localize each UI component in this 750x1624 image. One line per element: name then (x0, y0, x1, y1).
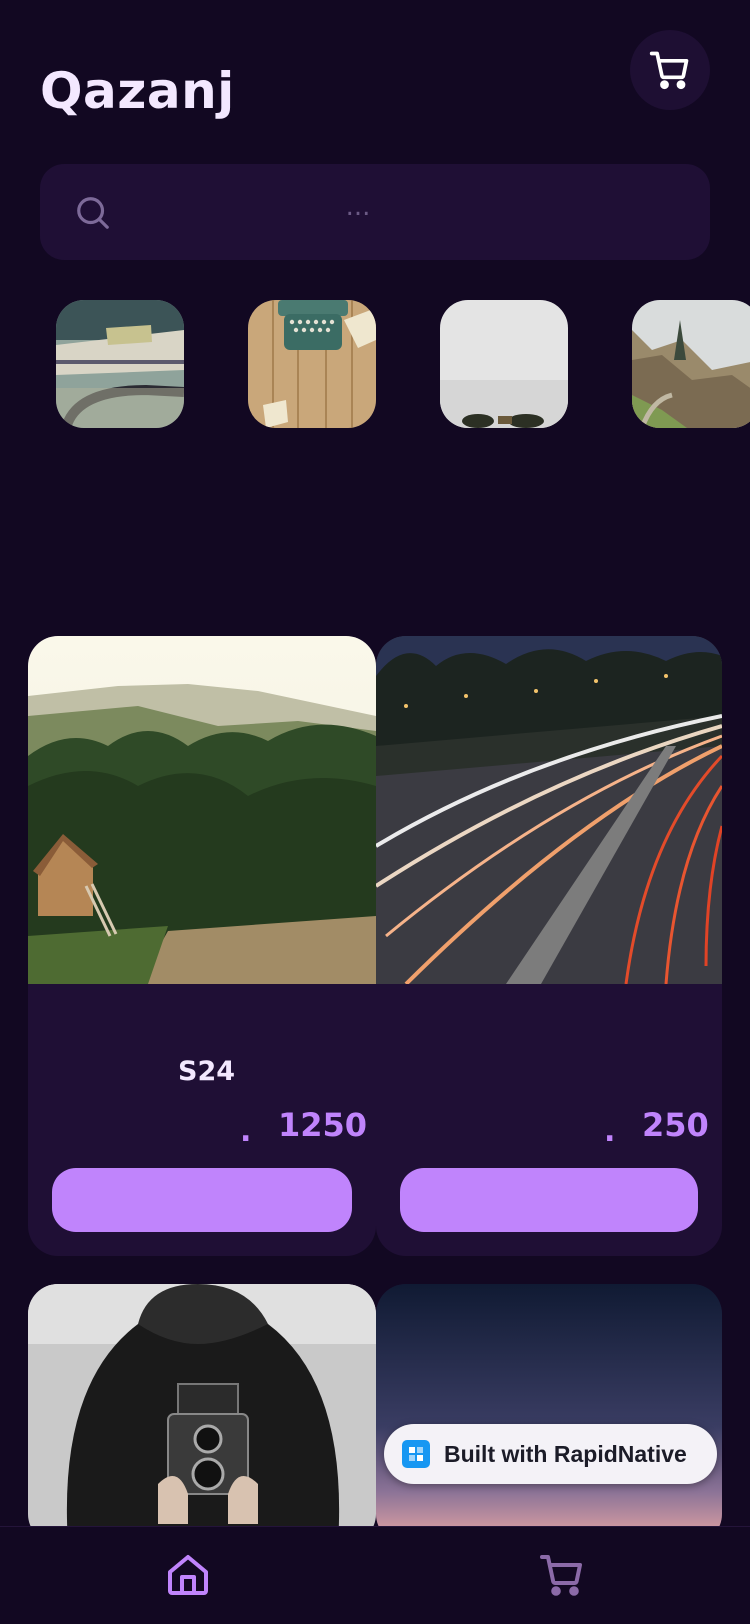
product-image[interactable] (28, 1284, 376, 1544)
badge-label: Built with RapidNative (444, 1440, 687, 1467)
app-title: Qazanj (40, 62, 235, 120)
category-item-desk-papers[interactable] (56, 300, 184, 428)
search-icon (77, 197, 109, 229)
category-item-typewriter[interactable] (248, 300, 376, 428)
product-currency-dot: . (240, 1114, 252, 1149)
bottom-nav (0, 1526, 750, 1624)
search-input[interactable]: ... (40, 164, 710, 260)
product-currency-dot: . (604, 1114, 616, 1149)
product-card[interactable]: . 250 (376, 636, 722, 1256)
home-icon (168, 1555, 208, 1595)
cart-icon (649, 51, 689, 90)
rapidnative-logo-icon (402, 1440, 430, 1468)
product-price: 1250 (278, 1106, 368, 1144)
search-placeholder: ... (345, 192, 371, 222)
nav-item-home[interactable] (128, 1545, 248, 1605)
product-price: 250 (642, 1106, 709, 1144)
product-card[interactable]: S24 . 1250 (28, 636, 376, 1256)
product-image[interactable] (28, 636, 376, 984)
category-item-foggy-sky[interactable] (440, 300, 568, 428)
built-with-badge[interactable]: Built with RapidNative (384, 1424, 717, 1484)
product-image[interactable] (376, 636, 722, 984)
cart-icon (540, 1555, 582, 1596)
nav-item-cart[interactable] (502, 1545, 622, 1605)
product-name: S24 (178, 1056, 236, 1087)
product-card[interactable] (376, 1284, 722, 1544)
product-image[interactable] (376, 1284, 722, 1544)
add-to-cart-button[interactable] (400, 1168, 698, 1232)
category-item-misty-forest[interactable] (632, 300, 750, 428)
header-cart-button[interactable] (630, 30, 710, 110)
add-to-cart-button[interactable] (52, 1168, 352, 1232)
product-card[interactable] (28, 1284, 376, 1544)
